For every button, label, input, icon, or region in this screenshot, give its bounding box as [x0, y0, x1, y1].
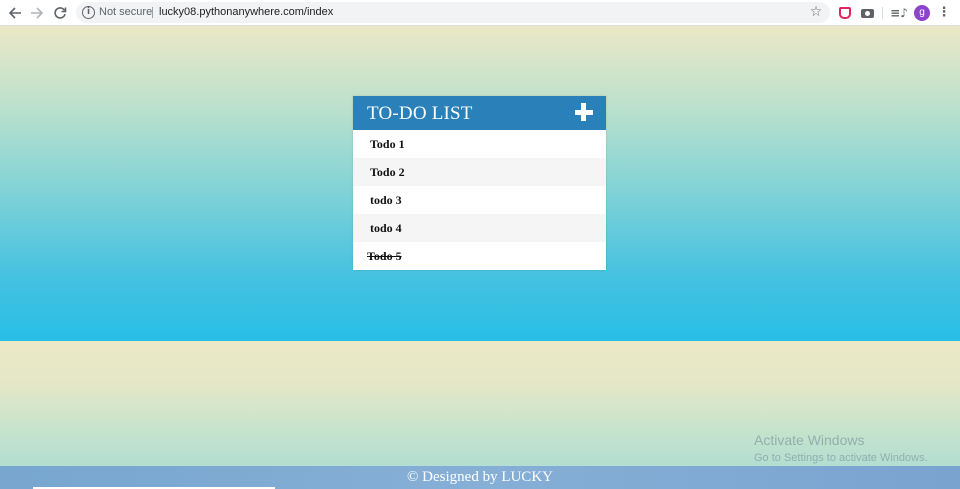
browser-toolbar: i Not secure lucky08.pythonanywhere.com/… — [0, 0, 960, 26]
todo-header: TO-DO LIST — [353, 96, 606, 130]
hero-section: TO-DO LIST Todo 1 Todo 2 todo 3 todo 4 T… — [0, 26, 960, 341]
watermark-title: Activate Windows — [754, 432, 865, 448]
footer-text: © Designed by LUCKY — [407, 469, 553, 485]
toolbar-divider — [882, 7, 883, 19]
pocket-extension-icon[interactable] — [836, 4, 854, 22]
camera-extension-icon[interactable] — [858, 4, 876, 22]
arrow-right-icon — [31, 7, 44, 19]
info-icon[interactable]: i — [82, 6, 95, 19]
forward-button[interactable] — [27, 3, 47, 23]
url-text[interactable]: lucky08.pythonanywhere.com/index — [159, 6, 333, 19]
todo-item[interactable]: Todo 1 — [353, 130, 606, 158]
footer: © Designed by LUCKY — [0, 466, 960, 489]
security-label[interactable]: Not secure — [99, 6, 152, 19]
todo-item[interactable]: todo 4 — [353, 214, 606, 242]
plus-icon[interactable] — [575, 103, 593, 121]
back-button[interactable] — [5, 3, 25, 23]
todo-item[interactable]: todo 3 — [353, 186, 606, 214]
url-divider — [152, 7, 153, 18]
watermark-subtitle: Go to Settings to activate Windows. — [754, 452, 928, 464]
todo-item-text: Todo 5 — [367, 249, 402, 263]
avatar[interactable]: g — [914, 5, 930, 21]
todo-item-text: Todo 2 — [370, 165, 405, 179]
kebab-menu-icon[interactable]: ⋮ — [937, 4, 951, 22]
address-bar[interactable]: i Not secure lucky08.pythonanywhere.com/… — [76, 2, 830, 23]
todo-item-text: Todo 1 — [370, 137, 405, 151]
todo-list: Todo 1 Todo 2 todo 3 todo 4 Todo 5 — [353, 130, 606, 270]
page: TO-DO LIST Todo 1 Todo 2 todo 3 todo 4 T… — [0, 26, 960, 489]
media-control-icon[interactable]: ≡♪ — [890, 4, 908, 22]
arrow-left-icon — [8, 7, 21, 19]
star-icon[interactable]: ☆ — [808, 4, 824, 20]
todo-title: TO-DO LIST — [367, 103, 473, 124]
reload-button[interactable] — [50, 3, 70, 23]
todo-item[interactable]: Todo 2 — [353, 158, 606, 186]
reload-icon — [54, 7, 67, 19]
todo-item-text: todo 4 — [370, 221, 402, 235]
todo-item-completed[interactable]: Todo 5 — [353, 242, 606, 270]
todo-card: TO-DO LIST Todo 1 Todo 2 todo 3 todo 4 T… — [353, 96, 606, 270]
activate-windows-watermark: Activate Windows Go to Settings to activ… — [754, 432, 928, 465]
todo-item-text: todo 3 — [370, 193, 402, 207]
